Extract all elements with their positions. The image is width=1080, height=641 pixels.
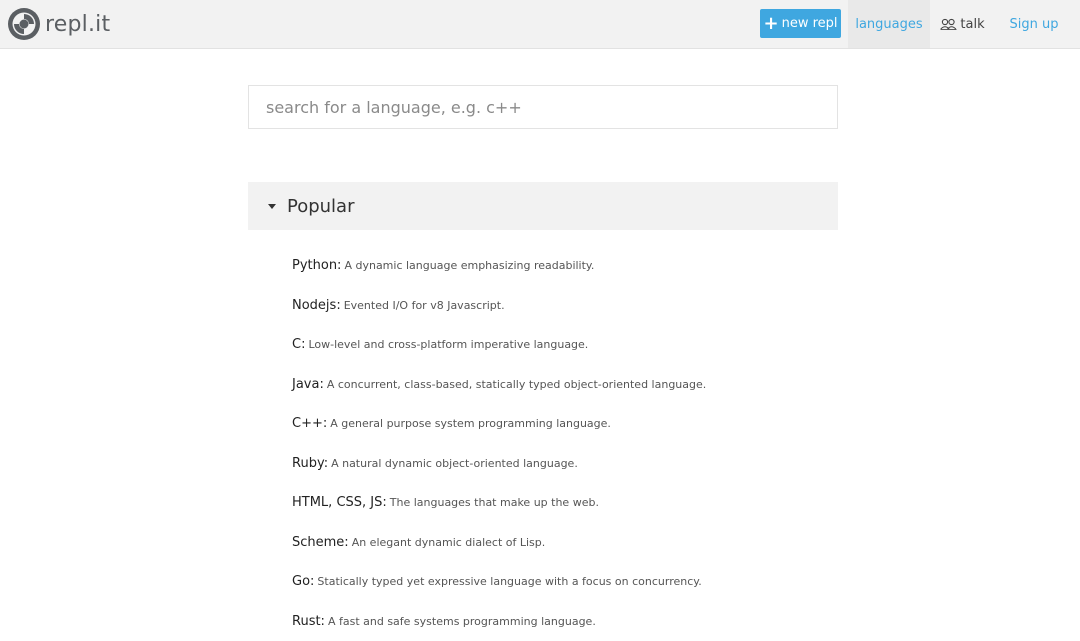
nav-languages-link[interactable]: languages <box>848 0 930 48</box>
language-item-go[interactable]: Go: Statically typed yet expressive lang… <box>292 562 706 602</box>
new-repl-button[interactable]: + new repl <box>760 9 841 38</box>
caret-down-icon <box>268 204 276 209</box>
top-navbar: repl.it + new repl languages talk Sign u… <box>0 0 1080 49</box>
language-item-web[interactable]: HTML, CSS, JS: The languages that make u… <box>292 483 706 523</box>
language-name: C++: <box>292 416 327 431</box>
language-search-input[interactable] <box>248 85 838 129</box>
language-name: Python: <box>292 258 341 273</box>
language-item-python[interactable]: Python: A dynamic language emphasizing r… <box>292 246 706 286</box>
logo[interactable]: repl.it <box>7 6 110 42</box>
new-repl-label: new repl <box>782 16 838 31</box>
language-item-nodejs[interactable]: Nodejs: Evented I/O for v8 Javascript. <box>292 286 706 326</box>
language-name: Rust: <box>292 614 325 629</box>
language-item-cpp[interactable]: C++: A general purpose system programmin… <box>292 404 706 444</box>
language-item-c[interactable]: C: Low-level and cross-platform imperati… <box>292 325 706 365</box>
language-description: Evented I/O for v8 Javascript. <box>344 299 505 312</box>
language-name: HTML, CSS, JS: <box>292 495 387 510</box>
language-item-scheme[interactable]: Scheme: An elegant dynamic dialect of Li… <box>292 523 706 563</box>
language-description: Low-level and cross-platform imperative … <box>308 338 588 351</box>
language-description: A dynamic language emphasizing readabili… <box>344 259 594 272</box>
language-description: An elegant dynamic dialect of Lisp. <box>352 536 546 549</box>
nav-talk-label: talk <box>960 17 984 32</box>
language-name: Go: <box>292 574 314 589</box>
signup-label: Sign up <box>1010 17 1059 32</box>
nav-languages-label: languages <box>855 17 922 32</box>
language-list: Python: A dynamic language emphasizing r… <box>292 246 706 641</box>
language-description: The languages that make up the web. <box>390 496 599 509</box>
language-name: Java: <box>292 377 324 392</box>
plus-icon: + <box>763 15 778 33</box>
language-name: Ruby: <box>292 456 328 471</box>
signup-link[interactable]: Sign up <box>1000 0 1068 48</box>
language-description: Statically typed yet expressive language… <box>317 575 701 588</box>
nav-talk-link[interactable]: talk <box>935 0 990 48</box>
people-icon <box>940 18 957 30</box>
language-item-rust[interactable]: Rust: A fast and safe systems programmin… <box>292 602 706 641</box>
popular-section-header[interactable]: Popular <box>248 182 838 230</box>
language-name: Scheme: <box>292 535 349 550</box>
logo-text: repl.it <box>45 12 110 37</box>
language-description: A fast and safe systems programming lang… <box>328 615 596 628</box>
replit-logo-icon <box>7 7 41 41</box>
language-description: A natural dynamic object-oriented langua… <box>331 457 578 470</box>
language-item-ruby[interactable]: Ruby: A natural dynamic object-oriented … <box>292 444 706 484</box>
section-title: Popular <box>287 196 355 217</box>
language-description: A general purpose system programming lan… <box>330 417 611 430</box>
language-item-java[interactable]: Java: A concurrent, class-based, statica… <box>292 365 706 405</box>
language-name: Nodejs: <box>292 298 341 313</box>
language-name: C: <box>292 337 305 352</box>
language-description: A concurrent, class-based, statically ty… <box>327 378 706 391</box>
